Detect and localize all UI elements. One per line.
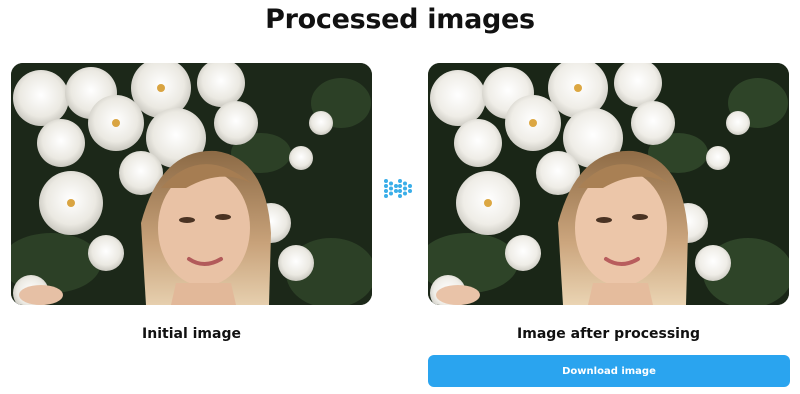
- initial-image-caption: Initial image: [142, 326, 241, 342]
- download-image-button[interactable]: Download image: [428, 355, 790, 387]
- page-title: Processed images: [265, 4, 535, 35]
- processed-image: [428, 63, 789, 305]
- processed-image-caption: Image after processing: [517, 326, 700, 342]
- double-chevron-right-icon: [384, 179, 412, 198]
- initial-image: [11, 63, 372, 305]
